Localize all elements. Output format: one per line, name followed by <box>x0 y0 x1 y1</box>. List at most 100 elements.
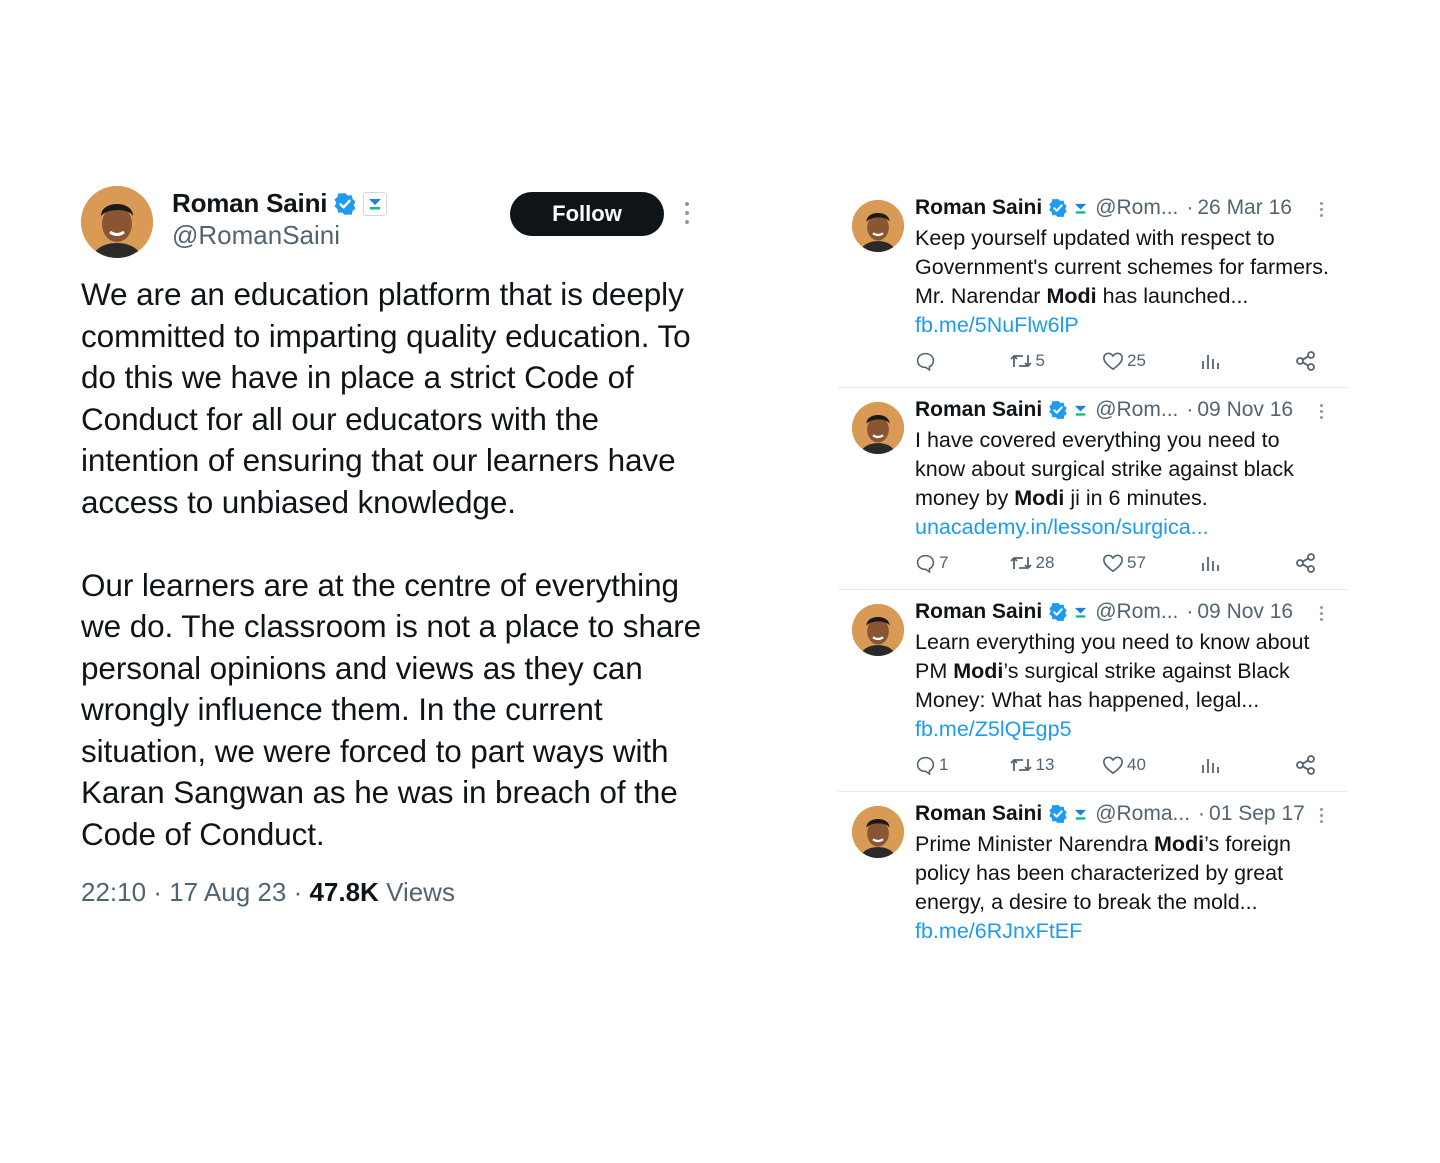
more-options-icon[interactable] <box>1320 202 1324 220</box>
dot-separator: · <box>1186 398 1194 421</box>
retweet-icon <box>1009 355 1032 367</box>
tweet-paragraph: We are an education platform that is dee… <box>81 276 691 520</box>
tweet-date[interactable]: 26 Mar 16 <box>1197 196 1292 220</box>
feed-tweet-header: Roman Saini @Rom... · 09 Nov 16 <box>915 600 1335 624</box>
more-options-icon[interactable] <box>1320 606 1324 624</box>
author-handle[interactable]: @Rom... <box>1095 398 1178 422</box>
tweet-date[interactable]: 17 Aug 23 <box>169 877 286 907</box>
views-icon <box>1201 557 1219 571</box>
views-button[interactable] <box>1200 755 1296 775</box>
tweet-date[interactable]: 09 Nov 16 <box>1197 600 1293 624</box>
views-count: 47.8K <box>309 877 379 907</box>
author-handle[interactable]: @Rom... <box>1095 196 1178 220</box>
tweet-paragraph: Our learners are at the centre of everyt… <box>81 566 702 852</box>
retweet-button[interactable]: 5 <box>1009 351 1103 371</box>
like-icon <box>1103 352 1123 371</box>
dot-separator: · <box>1186 196 1194 219</box>
like-icon <box>1103 756 1123 775</box>
author-name[interactable]: Roman Saini <box>915 600 1042 624</box>
more-options-icon[interactable] <box>1320 808 1324 826</box>
more-options-icon[interactable] <box>685 202 691 229</box>
tweet-text: Keep yourself updated with respect to Go… <box>915 224 1335 340</box>
avatar[interactable] <box>852 200 904 252</box>
share-button[interactable] <box>1295 350 1317 372</box>
affiliate-badge-icon[interactable] <box>1072 604 1089 621</box>
more-options-icon[interactable] <box>1320 404 1324 422</box>
retweet-count: 13 <box>1035 755 1055 774</box>
views-button[interactable] <box>1200 351 1296 371</box>
feed-tweet-header: Roman Saini @Rom... · 26 Mar 16 <box>915 196 1335 220</box>
retweet-button[interactable]: 28 <box>1009 553 1103 573</box>
share-icon <box>1296 351 1315 371</box>
author-name[interactable]: Roman Saini <box>915 802 1042 826</box>
share-icon <box>1296 755 1315 775</box>
tweet-header: Roman Saini @RomanSaini Follow <box>81 182 711 264</box>
reply-button[interactable] <box>915 351 1009 372</box>
like-count: 57 <box>1127 553 1146 572</box>
dot-separator: · <box>1186 600 1194 623</box>
follow-button[interactable]: Follow <box>510 192 664 236</box>
feed-tweet-header: Roman Saini @Rom... · 09 Nov 16 <box>915 398 1335 422</box>
tweet-feed: Roman Saini @Rom... · 26 Mar 16 Keep you… <box>838 186 1348 993</box>
views-label: Views <box>386 877 455 907</box>
highlighted-term: Modi <box>1014 486 1065 510</box>
feed-tweet[interactable]: Roman Saini @Rom... · 09 Nov 16 Learn ev… <box>838 590 1348 792</box>
feed-tweet[interactable]: Roman Saini @Rom... · 09 Nov 16 I have c… <box>838 388 1348 590</box>
feed-tweet[interactable]: Roman Saini @Rom... · 26 Mar 16 Keep you… <box>838 186 1348 388</box>
like-count: 40 <box>1127 755 1146 774</box>
like-button[interactable]: 40 <box>1102 755 1199 775</box>
tweet-link[interactable]: fb.me/Z5lQEgp5 <box>915 717 1072 741</box>
text-part: Prime Minister Narendra <box>915 832 1154 856</box>
verified-badge-icon <box>1049 804 1067 824</box>
avatar[interactable] <box>81 186 153 258</box>
tweet-text: Learn everything you need to know about … <box>915 628 1335 744</box>
affiliate-badge-icon[interactable] <box>1072 806 1089 823</box>
author-handle[interactable]: @Rom... <box>1095 600 1178 624</box>
retweet-count: 28 <box>1035 553 1055 572</box>
affiliate-badge-icon[interactable] <box>363 191 388 216</box>
author-name[interactable]: Roman Saini <box>172 188 327 219</box>
share-icon <box>1296 553 1315 573</box>
highlighted-term: Modi <box>1046 284 1097 308</box>
like-count: 25 <box>1127 351 1146 370</box>
action-bar: 5 25 <box>915 350 1317 372</box>
like-button[interactable]: 57 <box>1102 553 1199 573</box>
highlighted-term: Modi <box>1153 832 1205 856</box>
tweet-date[interactable]: 01 Sep 17 <box>1209 802 1305 826</box>
affiliate-badge-icon[interactable] <box>1072 200 1089 217</box>
retweet-icon <box>1009 759 1032 771</box>
main-tweet: Roman Saini @RomanSaini Follow We are an… <box>81 182 711 908</box>
affiliate-badge-icon[interactable] <box>1072 402 1089 419</box>
share-button[interactable] <box>1295 754 1317 776</box>
reply-icon <box>916 756 935 775</box>
tweet-date[interactable]: 09 Nov 16 <box>1197 398 1293 422</box>
tweet-link[interactable]: fb.me/5NuFlw6lP <box>915 313 1079 337</box>
dot-separator: · <box>153 877 170 907</box>
tweet-time[interactable]: 22:10 <box>81 877 146 907</box>
views-button[interactable] <box>1200 553 1296 573</box>
author-handle[interactable]: @RomanSaini <box>172 220 340 251</box>
avatar[interactable] <box>852 402 904 454</box>
verified-badge-icon <box>1049 198 1067 218</box>
feed-tweet[interactable]: Roman Saini @Roma... · 01 Sep 17 Prime M… <box>838 792 1348 993</box>
reply-count: 7 <box>939 553 949 572</box>
author-name[interactable]: Roman Saini <box>915 196 1042 220</box>
reply-button[interactable]: 1 <box>915 755 1009 776</box>
action-bar: 7 28 57 <box>915 552 1317 574</box>
avatar[interactable] <box>852 806 904 858</box>
share-button[interactable] <box>1295 552 1317 574</box>
author-handle[interactable]: @Roma... <box>1095 802 1190 826</box>
views-icon <box>1201 355 1219 369</box>
tweet-link[interactable]: unacademy.in/lesson/surgica... <box>915 515 1209 539</box>
retweet-button[interactable]: 13 <box>1009 755 1103 775</box>
reply-button[interactable]: 7 <box>915 553 1009 574</box>
tweet-link[interactable]: fb.me/6RJnxFtEF <box>915 919 1082 943</box>
tweet-text: I have covered everything you need to kn… <box>915 426 1335 542</box>
retweet-count: 5 <box>1035 351 1045 370</box>
author-name[interactable]: Roman Saini <box>915 398 1042 422</box>
like-button[interactable]: 25 <box>1102 351 1199 371</box>
action-bar: 1 13 40 <box>915 754 1317 776</box>
feed-tweet-header: Roman Saini @Roma... · 01 Sep 17 <box>915 802 1335 826</box>
highlighted-term: Modi <box>953 659 1004 683</box>
avatar[interactable] <box>852 604 904 656</box>
